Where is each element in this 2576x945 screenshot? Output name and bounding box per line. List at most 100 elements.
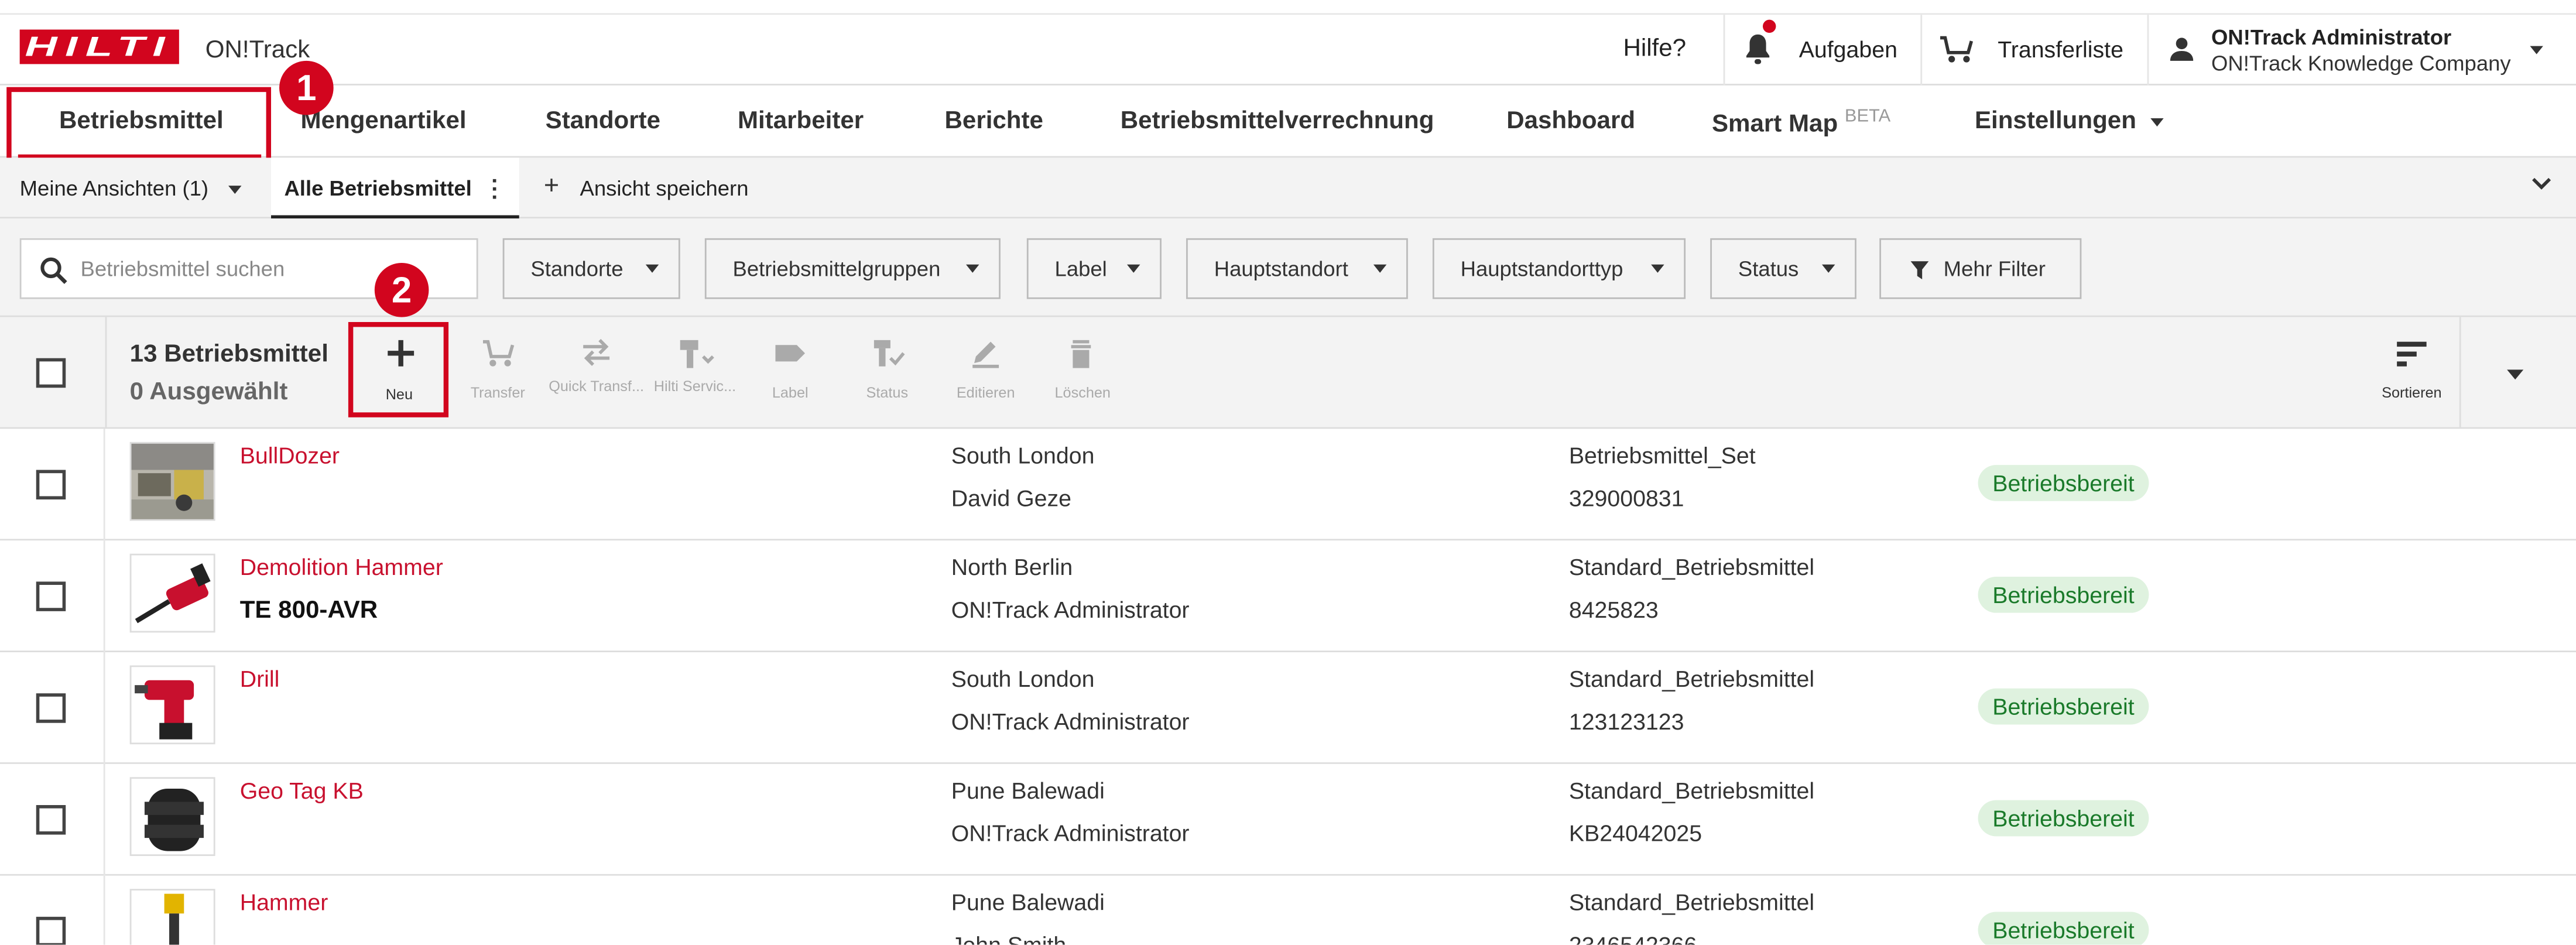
row-checkbox[interactable] (36, 581, 66, 611)
quick-transfer-label: Quick Transf... (549, 378, 645, 395)
caret-down-icon (1821, 264, 1835, 273)
funnel-icon (1910, 261, 1929, 280)
asset-group: Standard_Betriebsmittel (1568, 665, 1815, 692)
hilti-logo[interactable]: HILTI (19, 29, 179, 64)
asset-number: 123123123 (1568, 708, 1684, 735)
filter-status[interactable]: Status (1710, 238, 1856, 299)
transfer-cart-icon (482, 340, 515, 367)
table-row[interactable]: Geo Tag KB Pune Balewadi ON!Track Admini… (0, 763, 2576, 876)
status-badge: Betriebsbereit (1978, 688, 2149, 725)
row-checkbox[interactable] (36, 470, 66, 500)
beta-tag: BETA (1844, 107, 1891, 127)
top-strip (0, 0, 2576, 15)
asset-name[interactable]: Hammer (240, 889, 328, 915)
table-row[interactable]: BullDozer South London David Geze Betrie… (0, 429, 2576, 541)
asset-thumbnail-demolition-hammer (129, 553, 215, 633)
all-assets-label: Alle Betriebsmittel (284, 176, 472, 201)
filter-hauptstandorttyp[interactable]: Hauptstandorttyp (1432, 238, 1686, 299)
notification-dot (1762, 19, 1776, 33)
caret-down-icon (645, 264, 659, 273)
highlight-box-1 (6, 87, 272, 166)
sort-icon (2397, 341, 2427, 367)
filter-standorte[interactable]: Standorte (502, 238, 680, 299)
asset-name[interactable]: BullDozer (240, 442, 340, 468)
tab-einstellungen[interactable]: Einstellungen (1975, 107, 2136, 135)
label-icon (775, 345, 805, 362)
table-row[interactable]: Hammer Pune Balewadi John Smith Standard… (0, 875, 2576, 945)
help-link[interactable]: Hilfe? (1597, 15, 1724, 85)
tab-betriebsmittelverrechnung[interactable]: Betriebsmittelverrechnung (1121, 107, 1434, 135)
table-row[interactable]: Drill South London ON!Track Administrato… (0, 652, 2576, 764)
sort-label: Sortieren (2382, 384, 2442, 401)
filter-hauptstandort-label: Hauptstandort (1214, 256, 1348, 281)
tab-smart-map[interactable]: Smart Map BETA (1712, 107, 1890, 138)
status-button[interactable]: Status (838, 317, 936, 429)
user-company: ON!Track Knowledge Company (2211, 50, 2511, 76)
my-views-dropdown[interactable]: Meine Ansichten (1) (20, 176, 208, 200)
collapse-chevron-icon[interactable] (2532, 177, 2551, 190)
sort-button[interactable]: Sortieren (2362, 317, 2461, 429)
status-badge: Betriebsbereit (1978, 912, 2149, 945)
chevron-down-icon (2530, 46, 2543, 54)
hilti-service-button[interactable]: Hilti Servic... (646, 317, 744, 429)
row-checkbox[interactable] (36, 916, 66, 945)
asset-name[interactable]: Drill (240, 665, 280, 691)
edit-button[interactable]: Editieren (936, 317, 1034, 429)
asset-thumbnail-drill (129, 665, 215, 745)
tab-berichte[interactable]: Berichte (945, 107, 1043, 135)
asset-thumbnail-hammer (129, 889, 215, 945)
views-bar: Meine Ansichten (1) Alle Betriebsmittel … (0, 158, 2576, 219)
asset-number: 2346542366 (1568, 932, 1697, 945)
filter-label[interactable]: Label (1026, 238, 1162, 299)
label-label: Label (772, 384, 809, 401)
asset-number: 8425823 (1568, 596, 1659, 623)
asset-responsible: David Geze (951, 484, 1072, 511)
einstellungen-label: Einstellungen (1974, 107, 2136, 135)
caret-down-icon (1373, 264, 1387, 273)
status-badge: Betriebsbereit (1978, 465, 2149, 501)
status-badge: Betriebsbereit (1978, 576, 2149, 613)
app-root: HILTI ON!Track Hilfe? Aufgaben Transferl… (0, 0, 2576, 945)
transfer-list-button[interactable]: Transferliste (1920, 15, 2147, 85)
delete-button[interactable]: Löschen (1033, 317, 1132, 429)
tasks-button[interactable]: Aufgaben (1723, 15, 1921, 85)
bell-icon (1746, 34, 1770, 64)
asset-name[interactable]: Demolition Hammer (240, 554, 443, 580)
asset-model: TE 800-AVR (239, 596, 378, 625)
filter-hauptstandort[interactable]: Hauptstandort (1186, 238, 1408, 299)
asset-group: Standard_Betriebsmittel (1568, 777, 1815, 804)
user-icon (2170, 37, 2194, 61)
transfer-button[interactable]: Transfer (448, 317, 547, 429)
kebab-menu-icon[interactable] (492, 179, 496, 199)
asset-responsible: ON!Track Administrator (951, 820, 1190, 847)
delete-icon (1071, 340, 1091, 368)
expand-caret-icon[interactable] (2507, 369, 2524, 380)
asset-group: Standard_Betriebsmittel (1568, 889, 1815, 916)
cart-icon (1940, 36, 1974, 63)
filter-gruppen-label: Betriebsmittelgruppen (732, 256, 941, 281)
asset-location: Pune Balewadi (951, 777, 1105, 804)
row-checkbox-cell (0, 875, 105, 945)
status-icon (873, 340, 905, 367)
quick-transfer-button[interactable]: Quick Transf... (547, 317, 645, 429)
row-checkbox[interactable] (36, 804, 66, 835)
filter-betriebsmittelgruppen[interactable]: Betriebsmittelgruppen (704, 238, 1001, 299)
einstellungen-caret-icon (2150, 118, 2164, 127)
tab-standorte[interactable]: Standorte (546, 107, 660, 135)
more-filters-button[interactable]: Mehr Filter (1879, 238, 2082, 299)
select-all-checkbox[interactable] (36, 358, 66, 388)
tab-mitarbeiter[interactable]: Mitarbeiter (738, 107, 864, 135)
tab-mengenartikel[interactable]: Mengenartikel (301, 107, 467, 135)
tab-dashboard[interactable]: Dashboard (1506, 107, 1635, 135)
row-checkbox[interactable] (36, 693, 66, 723)
search-placeholder: Betriebsmittel suchen (80, 256, 285, 281)
label-button[interactable]: Label (741, 317, 840, 429)
row-checkbox-cell (0, 540, 105, 653)
asset-location: South London (951, 665, 1095, 692)
table-row[interactable]: Demolition Hammer TE 800-AVR North Berli… (0, 540, 2576, 653)
asset-name[interactable]: Geo Tag KB (240, 777, 364, 803)
hilti-service-label: Hilti Servic... (653, 378, 737, 395)
my-views-caret-icon (228, 186, 242, 194)
row-checkbox-cell (0, 429, 105, 541)
save-view-button[interactable]: Ansicht speichern (580, 176, 749, 200)
